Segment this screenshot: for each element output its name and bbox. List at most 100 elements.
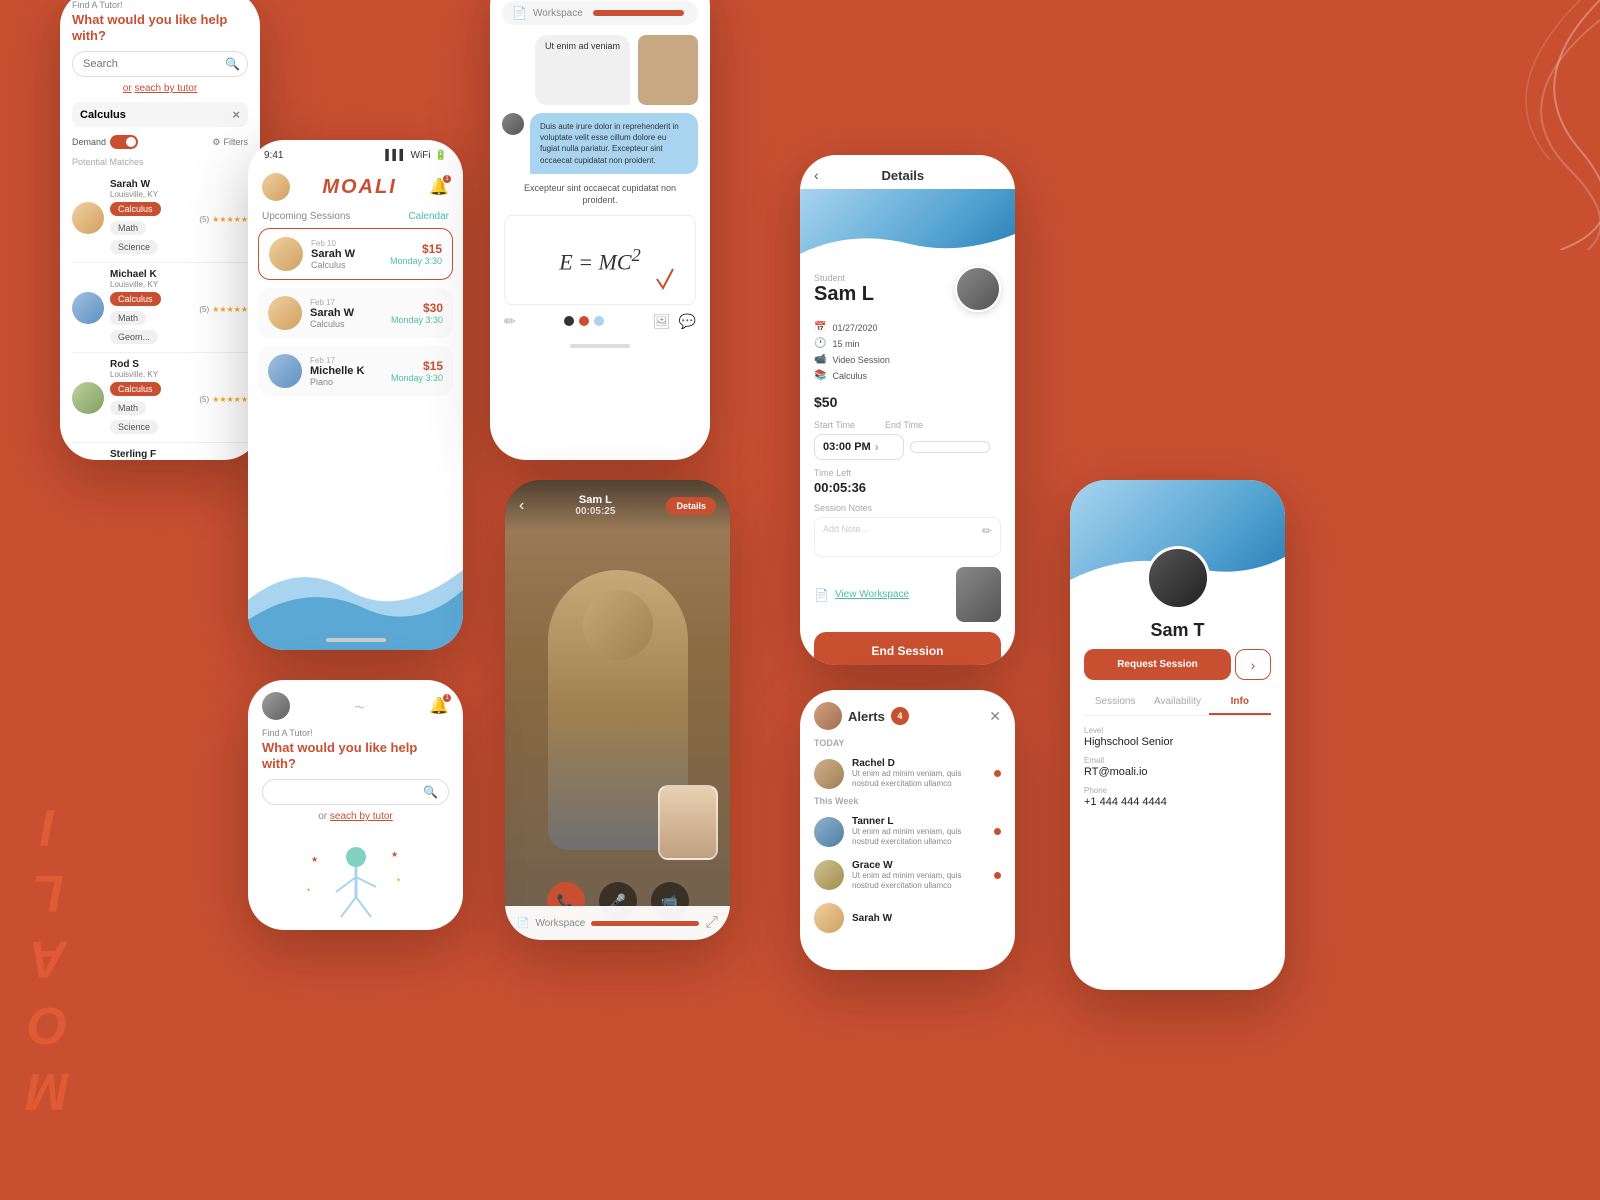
toggle-switch[interactable] bbox=[110, 135, 138, 149]
workspace-label: Workspace bbox=[533, 8, 583, 19]
demand-label: Demand bbox=[72, 137, 106, 147]
request-session-button[interactable]: Request Session bbox=[1084, 649, 1231, 680]
search-input[interactable] bbox=[83, 58, 225, 70]
chat-icon[interactable]: 💬 bbox=[679, 313, 696, 330]
details-header: ‹ Details bbox=[800, 155, 1015, 189]
session-name-2: Sarah W bbox=[310, 307, 383, 319]
back-button[interactable]: ‹ bbox=[814, 167, 819, 183]
view-workspace-link[interactable]: View Workspace bbox=[835, 589, 909, 600]
end-time-input[interactable] bbox=[910, 441, 990, 453]
progress-bar-bottom bbox=[591, 921, 699, 926]
search-bar-bottom[interactable]: 🔍 bbox=[262, 779, 449, 805]
notification-bell-container[interactable]: 🔔 1 bbox=[429, 177, 449, 197]
alerts-header: Alerts 4 ✕ bbox=[800, 690, 1015, 738]
home-indicator bbox=[570, 344, 630, 348]
bell-container[interactable]: 🔔 1 bbox=[429, 696, 449, 716]
session-avatar-1 bbox=[269, 237, 303, 271]
card-alerts: Alerts 4 ✕ TODAY Rachel D Ut enim ad min… bbox=[800, 690, 1015, 970]
color-red[interactable] bbox=[579, 316, 589, 326]
document-icon: 📄 bbox=[814, 588, 829, 602]
profile-avatar bbox=[1146, 546, 1210, 610]
workspace-bar[interactable]: 📄 Workspace bbox=[502, 1, 698, 25]
color-blue[interactable] bbox=[594, 316, 604, 326]
demand-toggle[interactable]: Demand bbox=[72, 135, 138, 149]
start-time-label: Start Time bbox=[814, 420, 855, 430]
edit-icon[interactable]: ✏ bbox=[504, 313, 516, 330]
more-options-button[interactable]: › bbox=[1235, 649, 1271, 680]
search-icon-bottom: 🔍 bbox=[423, 785, 438, 799]
back-button[interactable]: ‹ bbox=[519, 497, 524, 515]
alert-item-sarah[interactable]: Sarah W bbox=[800, 897, 1015, 939]
detail-rows: 📅 01/27/2020 🕐 15 min 📹 Video Session 📚 … bbox=[800, 322, 1015, 394]
session-avatar-3 bbox=[268, 354, 302, 388]
tilde-decoration: 〜 bbox=[355, 699, 365, 714]
status-icons: ▌▌▌WiFi🔋 bbox=[385, 150, 447, 161]
workspace-bar-bottom[interactable]: 📄 Workspace ⤢ bbox=[505, 906, 730, 940]
alerts-close-button[interactable]: ✕ bbox=[989, 708, 1001, 725]
tab-sessions[interactable]: Sessions bbox=[1084, 690, 1146, 715]
whiteboard-area[interactable]: E = MC2 bbox=[504, 215, 696, 305]
tutor-info-michael: Michael K Louisville, KY CalculusMathGeo… bbox=[110, 269, 193, 346]
video-person-info: Sam L 00:05:25 bbox=[575, 494, 615, 517]
detail-row-subject: 📚 Calculus bbox=[814, 370, 1001, 381]
session-card-3[interactable]: Feb 17 Michelle K Piano $15 Monday 3:30 bbox=[258, 346, 453, 396]
tutor-name: Sterling F bbox=[110, 449, 193, 460]
search-input-bottom[interactable] bbox=[273, 786, 423, 798]
find-tutor-label: Find A Tutor! bbox=[72, 0, 248, 10]
image-icon[interactable]: 🖼 bbox=[653, 313, 671, 330]
alert-item-tanner[interactable]: Tanner L Ut enim ad minim veniam, quis n… bbox=[800, 810, 1015, 854]
alert-item-rachel[interactable]: Rachel D Ut enim ad minim veniam, quis n… bbox=[800, 752, 1015, 796]
moali-logo: MOALI bbox=[322, 176, 396, 199]
message-left: Duis aute irure dolor in reprehenderit i… bbox=[502, 113, 698, 174]
close-chip-icon[interactable]: × bbox=[232, 107, 240, 122]
search-by-tutor-link-bottom[interactable]: seach by tutor bbox=[330, 811, 393, 822]
details-pill-button[interactable]: Details bbox=[666, 497, 716, 515]
filters-label: Filters bbox=[224, 137, 249, 147]
session-name-1: Sarah W bbox=[311, 248, 382, 260]
color-picker[interactable] bbox=[564, 316, 604, 326]
pill-math: Math bbox=[110, 401, 146, 415]
alerts-count-badge: 4 bbox=[891, 707, 909, 725]
user-avatar bbox=[262, 692, 290, 720]
calendar-link[interactable]: Calendar bbox=[408, 211, 449, 222]
profile-request-btn-row: Request Session › bbox=[1084, 649, 1271, 680]
person-head bbox=[583, 590, 653, 660]
tutor-item[interactable]: Michael K Louisville, KY CalculusMathGeo… bbox=[72, 263, 248, 353]
clock-icon: 🕐 bbox=[814, 338, 826, 349]
alert-item-grace[interactable]: Grace W Ut enim ad minim veniam, quis no… bbox=[800, 854, 1015, 898]
time-left-value: 00:05:36 bbox=[814, 480, 1001, 495]
tab-availability[interactable]: Availability bbox=[1146, 690, 1208, 715]
email-value: RT@moali.io bbox=[1084, 766, 1271, 778]
tab-info[interactable]: Info bbox=[1209, 690, 1271, 715]
tutor-item[interactable]: Rod S Louisville, KY CalculusMathScience… bbox=[72, 353, 248, 443]
alerts-title: Alerts bbox=[848, 709, 885, 724]
search-by-tutor-link[interactable]: seach by tutor bbox=[134, 83, 197, 94]
color-black[interactable] bbox=[564, 316, 574, 326]
bg-decoration bbox=[1300, 0, 1600, 250]
filters-button[interactable]: ⚙ Filters bbox=[212, 137, 248, 148]
svg-text:★: ★ bbox=[391, 850, 398, 859]
detail-date: 01/27/2020 bbox=[832, 323, 877, 333]
session-info-3: Feb 17 Michelle K Piano bbox=[310, 356, 383, 387]
edit-icon: ✏ bbox=[982, 524, 992, 538]
alert-name-tanner: Tanner L bbox=[852, 816, 986, 827]
workspace-label-bottom: Workspace bbox=[535, 918, 585, 929]
pill-calculus: Calculus bbox=[110, 382, 161, 396]
search-bar[interactable]: 🔍 bbox=[72, 51, 248, 77]
tutor-item[interactable]: Sterling F Louisville, KY CalculusMathSc… bbox=[72, 443, 248, 460]
card-session-details: ‹ Details Student Sam L 📅 01/27/2020 🕐 1… bbox=[800, 155, 1015, 665]
alert-name-grace: Grace W bbox=[852, 860, 986, 871]
tutor-name: Sarah W bbox=[110, 179, 193, 190]
tutor-location: Louisville, KY bbox=[110, 190, 193, 199]
notes-input[interactable]: Add Note... ✏ bbox=[814, 517, 1001, 557]
notification-badge: 1 bbox=[443, 694, 451, 702]
session-card-1[interactable]: Feb 10 Sarah W Calculus $15 Monday 3:30 bbox=[258, 228, 453, 280]
session-card-2[interactable]: Feb 17 Sarah W Calculus $30 Monday 3:30 bbox=[258, 288, 453, 338]
tutor-location: Louisville, KY bbox=[110, 370, 193, 379]
expand-icon[interactable]: ⤢ bbox=[705, 914, 718, 932]
pill-math: Math bbox=[110, 221, 146, 235]
start-time-display[interactable]: 03:00 PM › bbox=[814, 434, 904, 460]
end-session-button[interactable]: End Session bbox=[814, 632, 1001, 665]
tutor-item[interactable]: Sarah W Louisville, KY CalculusMathScien… bbox=[72, 173, 248, 263]
checkmark-svg bbox=[655, 264, 675, 294]
